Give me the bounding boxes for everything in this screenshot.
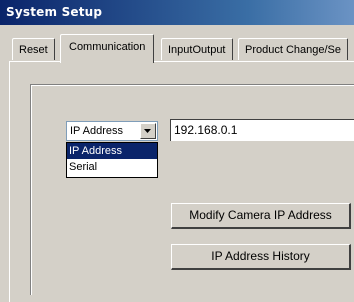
tab-product-change[interactable]: Product Change/Se <box>238 38 349 60</box>
window-title: System Setup <box>6 5 103 19</box>
connection-type-value: IP Address <box>70 125 123 137</box>
connection-type-combo[interactable]: IP Address <box>66 121 158 141</box>
tab-reset[interactable]: Reset <box>12 38 55 60</box>
option-ip-address[interactable]: IP Address <box>67 143 157 159</box>
ip-address-history-button[interactable]: IP Address History <box>171 244 351 270</box>
ip-address-input[interactable]: 192.168.0.1 <box>170 119 354 141</box>
dropdown-arrow-button[interactable] <box>140 123 156 139</box>
ip-address-value: 192.168.0.1 <box>174 123 238 137</box>
tab-inputoutput[interactable]: InputOutput <box>161 38 233 60</box>
title-bar: System Setup <box>0 0 354 25</box>
connection-type-dropdown: IP Address Serial <box>66 142 158 178</box>
tab-communication[interactable]: Communication <box>60 34 155 63</box>
chevron-down-icon <box>144 129 151 133</box>
tab-strip: Reset Communication InputOutput Product … <box>0 34 354 63</box>
option-serial[interactable]: Serial <box>67 159 157 175</box>
modify-camera-ip-button[interactable]: Modify Camera IP Address <box>171 203 351 229</box>
